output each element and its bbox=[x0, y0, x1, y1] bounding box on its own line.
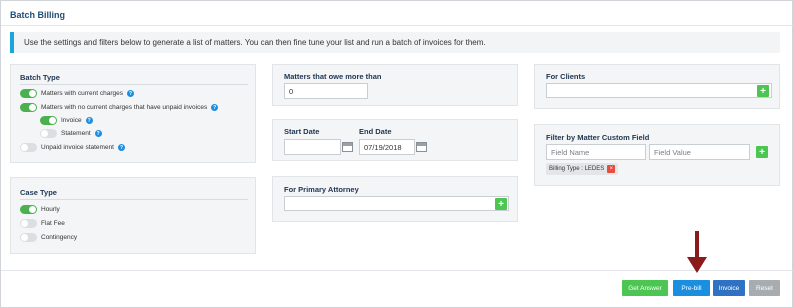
toggle-unpaid-invoices[interactable] bbox=[20, 103, 37, 112]
clients-input[interactable] bbox=[546, 83, 772, 98]
option-label: Flat Fee bbox=[41, 220, 65, 227]
footer-divider bbox=[1, 270, 793, 271]
add-custom-field-button[interactable]: + bbox=[756, 146, 768, 158]
option-invoice: Invoice ? bbox=[40, 116, 93, 125]
attorney-input[interactable] bbox=[284, 196, 509, 211]
attorney-heading: For Primary Attorney bbox=[284, 185, 359, 194]
option-label: Matters with no current charges that hav… bbox=[41, 104, 208, 111]
custom-field-tag: Billing Type : LEDES × bbox=[546, 163, 619, 175]
toggle-flat-fee[interactable] bbox=[20, 219, 37, 228]
option-hourly: Hourly bbox=[20, 205, 60, 214]
owe-amount-input[interactable]: 0 bbox=[284, 83, 368, 99]
toggle-invoice[interactable] bbox=[40, 116, 57, 125]
case-type-panel: Case Type Hourly Flat Fee Contingency bbox=[10, 177, 256, 254]
calendar-icon[interactable] bbox=[342, 142, 353, 152]
owe-heading: Matters that owe more than bbox=[284, 72, 382, 81]
clients-heading: For Clients bbox=[546, 72, 586, 81]
option-label: Statement bbox=[61, 130, 91, 137]
page-title: Batch Billing bbox=[10, 10, 66, 20]
option-unpaid-invoices: Matters with no current charges that hav… bbox=[20, 103, 219, 112]
reset-button[interactable]: Reset bbox=[749, 280, 780, 296]
batch-billing-page: Batch Billing Use the settings and filte… bbox=[0, 0, 793, 308]
option-statement: Statement ? bbox=[40, 129, 102, 138]
end-date-label: End Date bbox=[359, 127, 392, 136]
annotation-arrow-icon bbox=[687, 257, 707, 273]
toggle-unpaid-statement[interactable] bbox=[20, 143, 37, 152]
case-type-heading: Case Type bbox=[20, 188, 57, 197]
title-divider bbox=[1, 25, 793, 26]
option-label: Hourly bbox=[41, 206, 60, 213]
option-contingency: Contingency bbox=[20, 233, 77, 242]
option-current-charges: Matters with current charges ? bbox=[20, 89, 135, 98]
calendar-icon[interactable] bbox=[416, 142, 427, 152]
toggle-current-charges[interactable] bbox=[20, 89, 37, 98]
annotation-arrow-shaft bbox=[695, 231, 699, 259]
help-icon[interactable]: ? bbox=[85, 117, 93, 124]
start-date-label: Start Date bbox=[284, 127, 320, 136]
option-label: Matters with current charges bbox=[41, 90, 124, 97]
toggle-hourly[interactable] bbox=[20, 205, 37, 214]
attorney-panel: For Primary Attorney + bbox=[272, 176, 518, 222]
help-icon[interactable]: ? bbox=[118, 144, 125, 151]
toggle-statement[interactable] bbox=[40, 129, 57, 138]
batch-type-heading: Batch Type bbox=[20, 73, 60, 82]
toggle-contingency[interactable] bbox=[20, 233, 37, 242]
add-client-button[interactable]: + bbox=[757, 85, 769, 97]
help-icon[interactable]: ? bbox=[211, 104, 219, 111]
invoice-button[interactable]: Invoice bbox=[713, 280, 745, 296]
panel-divider bbox=[20, 84, 248, 85]
add-attorney-button[interactable]: + bbox=[495, 198, 507, 210]
end-date-input[interactable]: 07/19/2018 bbox=[359, 139, 415, 155]
info-banner: Use the settings and filters below to ge… bbox=[10, 32, 780, 53]
option-flat-fee: Flat Fee bbox=[20, 219, 65, 228]
field-value-input[interactable]: Field Value bbox=[649, 144, 750, 160]
owe-panel: Matters that owe more than 0 bbox=[272, 64, 518, 106]
start-date-input[interactable] bbox=[284, 139, 341, 155]
tag-label: Billing Type : LEDES bbox=[549, 166, 605, 172]
help-icon[interactable]: ? bbox=[127, 90, 135, 97]
option-label: Invoice bbox=[61, 117, 82, 124]
help-icon[interactable]: ? bbox=[94, 130, 102, 137]
dates-panel: Start Date End Date 07/19/2018 bbox=[272, 119, 518, 161]
clients-panel: For Clients + bbox=[534, 64, 780, 109]
get-answer-button[interactable]: Get Answer bbox=[622, 280, 668, 296]
pre-bill-button[interactable]: Pre-bill bbox=[673, 280, 710, 296]
option-label: Unpaid invoice statement bbox=[41, 144, 114, 151]
batch-type-panel: Batch Type Matters with current charges … bbox=[10, 64, 256, 163]
field-name-input[interactable]: Field Name bbox=[546, 144, 646, 160]
remove-tag-icon[interactable]: × bbox=[607, 165, 616, 173]
custom-field-heading: Filter by Matter Custom Field bbox=[546, 133, 650, 142]
option-label: Contingency bbox=[41, 234, 78, 241]
panel-divider bbox=[20, 199, 248, 200]
option-unpaid-statement: Unpaid invoice statement ? bbox=[20, 143, 125, 152]
custom-field-panel: Filter by Matter Custom Field Field Name… bbox=[534, 124, 780, 186]
